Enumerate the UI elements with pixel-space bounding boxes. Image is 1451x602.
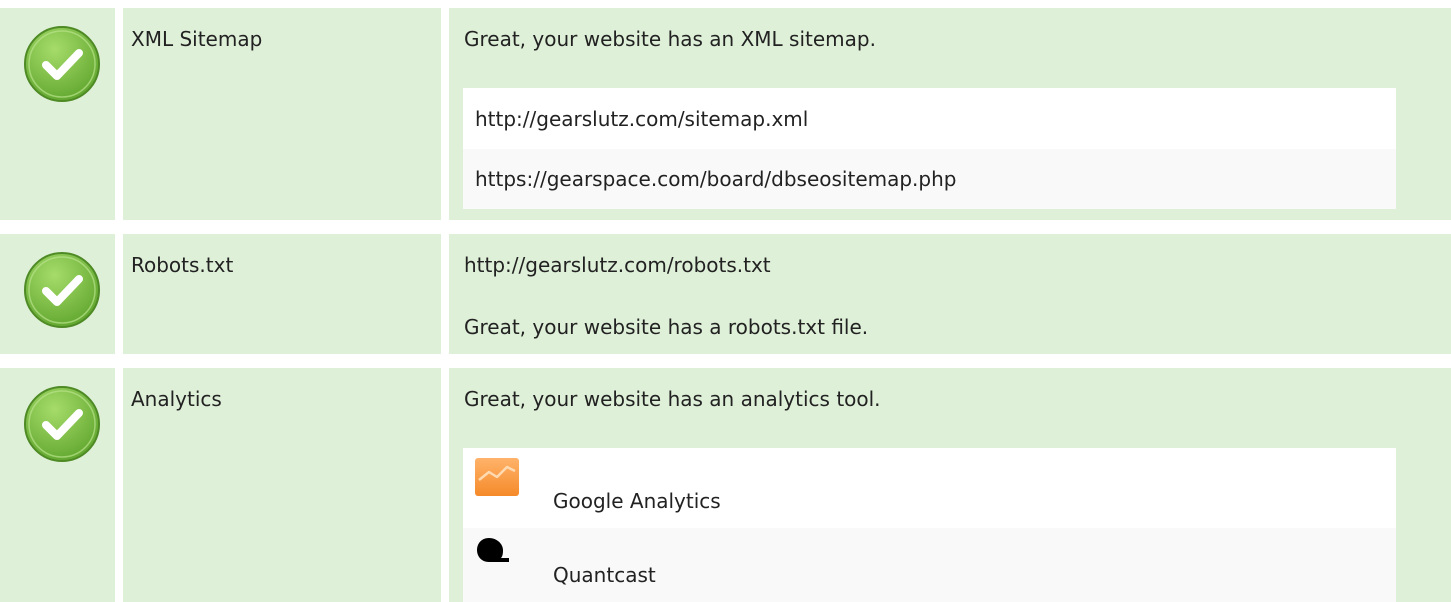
check-label-cell: Robots.txt	[123, 234, 441, 354]
check-label: Analytics	[131, 387, 222, 411]
analytics-tool-name: Google Analytics	[553, 489, 721, 513]
sitemap-url: https://gearspace.com/board/dbseositemap…	[475, 167, 957, 191]
seo-report: XML Sitemap Great, your website has an X…	[0, 0, 1451, 602]
list-item: Quantcast	[463, 528, 1396, 602]
list-item: Google Analytics	[463, 448, 1396, 528]
check-circle-icon	[22, 250, 102, 330]
quantcast-icon	[475, 536, 511, 564]
result-row-robots-txt: Robots.txt http://gearslutz.com/robots.t…	[0, 226, 1451, 354]
check-result-cell: http://gearslutz.com/robots.txt Great, y…	[449, 234, 1451, 354]
list-item: https://gearspace.com/board/dbseositemap…	[463, 149, 1396, 209]
check-label: XML Sitemap	[131, 27, 263, 51]
status-cell	[0, 234, 115, 354]
result-message: Great, your website has a robots.txt fil…	[464, 315, 869, 339]
check-label: Robots.txt	[131, 253, 234, 277]
result-message: Great, your website has an XML sitemap.	[464, 27, 876, 51]
check-label-cell: Analytics	[123, 368, 441, 602]
check-result-cell: Great, your website has an analytics too…	[449, 368, 1451, 602]
robots-url: http://gearslutz.com/robots.txt	[464, 253, 771, 277]
result-row-analytics: Analytics Great, your website has an ana…	[0, 360, 1451, 602]
analytics-tool-list: Google Analytics Quantcast	[463, 448, 1396, 602]
check-result-cell: Great, your website has an XML sitemap. …	[449, 8, 1451, 220]
status-cell	[0, 368, 115, 602]
list-item: http://gearslutz.com/sitemap.xml	[463, 88, 1396, 149]
analytics-tool-name: Quantcast	[553, 563, 656, 587]
sitemap-url-list: http://gearslutz.com/sitemap.xml https:/…	[463, 88, 1396, 209]
google-analytics-icon	[475, 458, 519, 496]
check-label-cell: XML Sitemap	[123, 8, 441, 220]
sitemap-url: http://gearslutz.com/sitemap.xml	[475, 107, 809, 131]
status-cell	[0, 8, 115, 220]
result-message: Great, your website has an analytics too…	[464, 387, 881, 411]
result-row-xml-sitemap: XML Sitemap Great, your website has an X…	[0, 0, 1451, 220]
check-circle-icon	[22, 24, 102, 104]
check-circle-icon	[22, 384, 102, 464]
